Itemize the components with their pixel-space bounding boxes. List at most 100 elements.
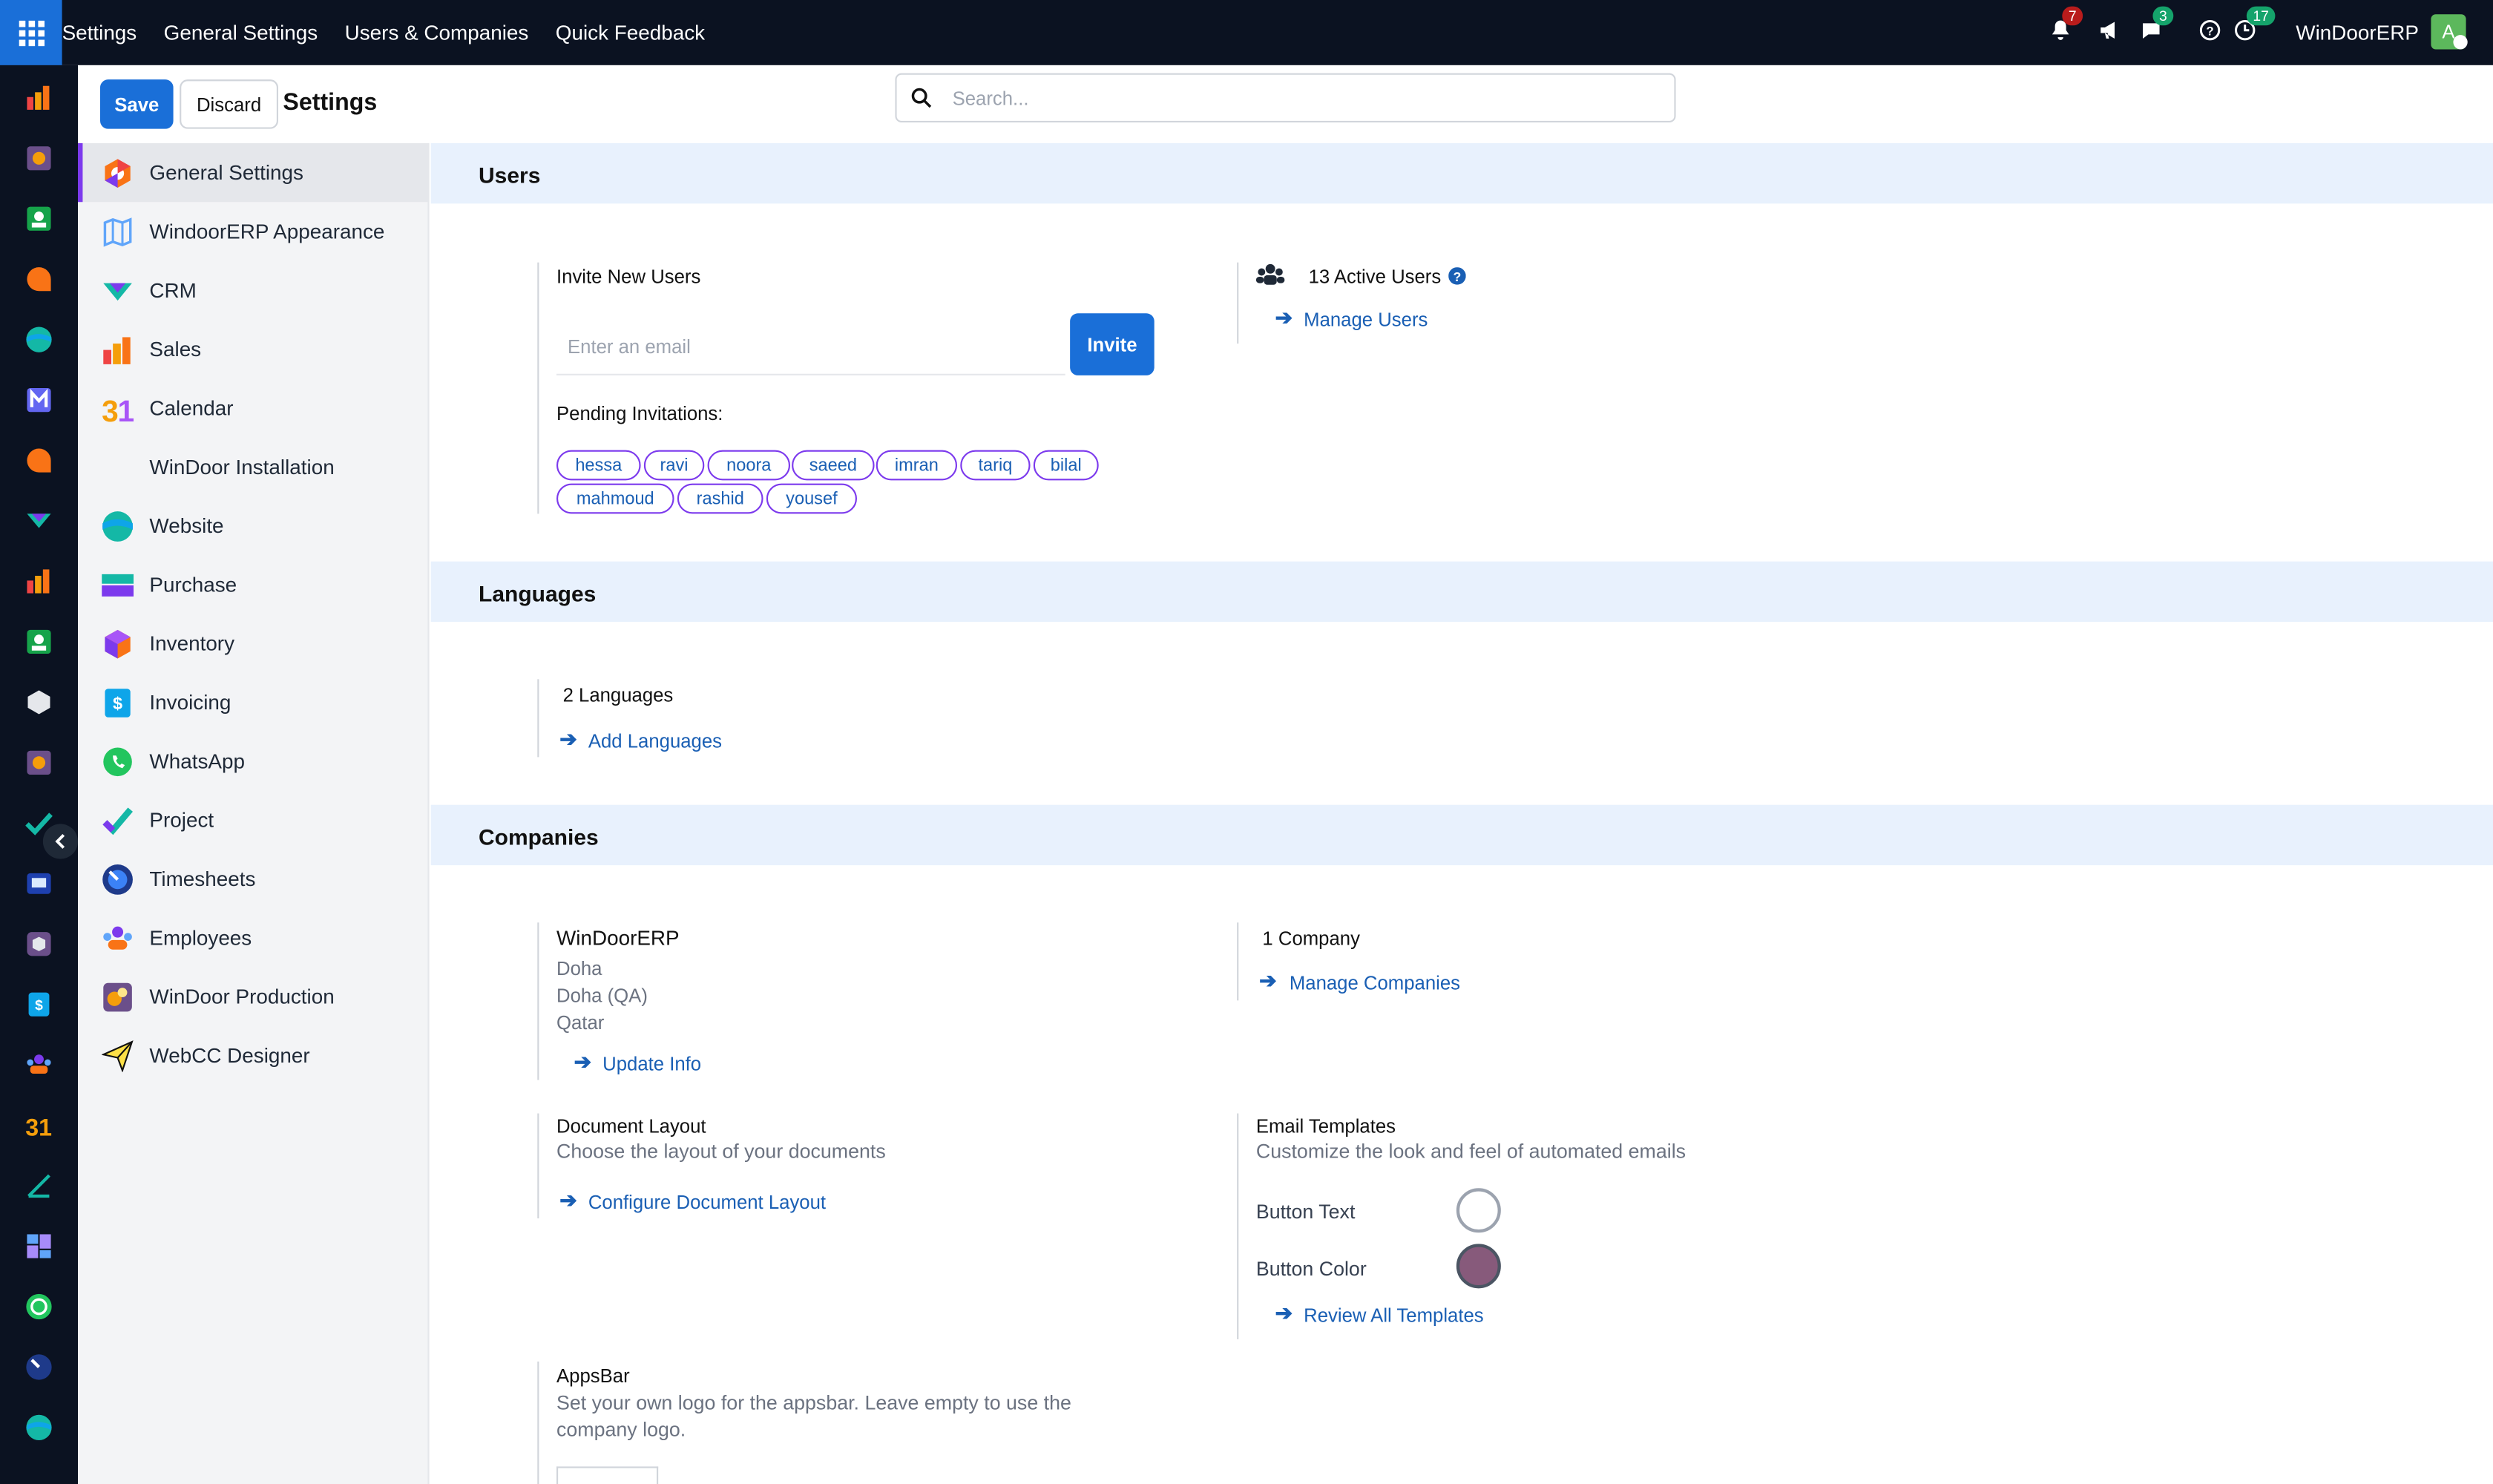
nav-item-inventory[interactable]: Inventory — [78, 614, 430, 672]
company-switcher[interactable]: WinDoorERP — [2296, 21, 2419, 45]
sidebar-box-icon[interactable] — [25, 930, 52, 957]
sidebar-whatsapp-icon[interactable] — [25, 1293, 52, 1320]
active-users-count: 13 Active Users — [1308, 265, 1442, 288]
collapse-sidebar-button[interactable] — [42, 824, 78, 859]
sidebar-production-2-icon[interactable] — [25, 749, 52, 776]
menu-quick-feedback[interactable]: Quick Feedback — [556, 21, 705, 45]
help-button[interactable]: ? — [2199, 19, 2224, 45]
nav-item-crm[interactable]: CRM — [78, 261, 430, 320]
sidebar-crm-icon[interactable] — [25, 508, 52, 534]
nav-label: WebCC Designer — [149, 1043, 310, 1068]
nav-item-website[interactable]: Website — [78, 496, 430, 555]
project-icon — [102, 807, 133, 835]
sidebar-website-2-icon[interactable] — [25, 1414, 52, 1441]
nav-item-project[interactable]: Project — [78, 790, 430, 849]
menu-settings[interactable]: Settings — [62, 21, 137, 45]
review-all-templates-link[interactable]: Review All Templates — [1304, 1304, 1484, 1327]
manage-users-link[interactable]: Manage Users — [1304, 309, 1428, 331]
nav-item-sales[interactable]: Sales — [78, 320, 430, 378]
company-address-line: Doha (QA) — [556, 984, 648, 1007]
info-icon[interactable]: ? — [1448, 267, 1466, 285]
divider — [1237, 262, 1239, 344]
menu-users-companies[interactable]: Users & Companies — [345, 21, 529, 45]
sales-icon — [103, 337, 131, 364]
nav-item-webcc-designer[interactable]: WebCC Designer — [78, 1026, 430, 1085]
website-icon — [102, 511, 133, 542]
appsbar-logo-upload[interactable] — [556, 1466, 659, 1484]
nav-item-calendar[interactable]: 31 Calendar — [78, 378, 430, 437]
sidebar-inventory-icon[interactable] — [25, 689, 52, 715]
button-color-picker[interactable] — [1456, 1244, 1501, 1289]
pending-invite-chip[interactable]: tariq — [960, 450, 1031, 481]
nav-item-windoor-production[interactable]: WinDoor Production — [78, 967, 430, 1025]
section-title: Users — [479, 162, 541, 188]
search-input[interactable] — [952, 84, 1652, 114]
pending-invite-chip[interactable]: noora — [707, 450, 790, 481]
nav-item-general-settings[interactable]: General Settings — [78, 142, 430, 203]
appsbar-desc-line: Set your own logo for the appsbar. Leave… — [556, 1391, 1071, 1414]
manage-companies-link[interactable]: Manage Companies — [1290, 972, 1460, 994]
sidebar-dashboard-icon[interactable] — [25, 1232, 52, 1259]
pending-invite-chip[interactable]: yousef — [766, 483, 857, 514]
announcements-button[interactable] — [2097, 19, 2122, 45]
sidebar-invoicing-icon[interactable]: $ — [25, 991, 52, 1017]
activities-badge: 17 — [2246, 6, 2276, 26]
pending-invitations-label: Pending Invitations: — [556, 402, 723, 425]
update-info-link[interactable]: Update Info — [602, 1053, 701, 1075]
apps-menu-button[interactable] — [0, 0, 62, 65]
pending-invite-chip[interactable]: ravi — [643, 450, 705, 481]
pending-invite-chip[interactable]: hessa — [556, 450, 641, 481]
nav-item-windoor-installation[interactable]: WinDoor Installation — [78, 437, 430, 496]
sidebar-discuss-2-icon[interactable] — [25, 447, 52, 473]
appsbar-title: AppsBar — [556, 1365, 630, 1388]
menu-general-settings[interactable]: General Settings — [164, 21, 318, 45]
sidebar-production-icon[interactable] — [25, 145, 52, 171]
divider — [537, 1113, 539, 1219]
pending-invite-chip[interactable]: saeed — [792, 450, 875, 481]
nav-item-employees[interactable]: Employees — [78, 908, 430, 967]
nav-item-invoicing[interactable]: $ Invoicing — [78, 673, 430, 732]
languages-count: 2 Languages — [562, 683, 674, 706]
sidebar-sales-2-icon[interactable] — [25, 568, 52, 594]
messages-button[interactable]: 3 — [2140, 6, 2174, 45]
inventory-icon — [105, 629, 131, 659]
sidebar-discuss-icon[interactable] — [25, 266, 52, 292]
nav-item-purchase[interactable]: Purchase — [78, 555, 430, 614]
sidebar-sales-icon[interactable] — [25, 85, 52, 111]
invite-email-input[interactable] — [556, 318, 1065, 375]
pending-invite-chip[interactable]: mahmoud — [556, 483, 674, 514]
search-box — [895, 73, 1676, 123]
activities-button[interactable]: 17 — [2234, 6, 2276, 45]
configure-document-layout-link[interactable]: Configure Document Layout — [588, 1192, 826, 1214]
sidebar-timesheets-icon[interactable] — [25, 1353, 52, 1380]
sidebar-contacts-icon[interactable] — [25, 206, 52, 232]
nav-item-whatsapp[interactable]: WhatsApp — [78, 732, 430, 790]
svg-text:$: $ — [35, 998, 43, 1014]
notifications-button[interactable]: 7 — [2049, 6, 2083, 45]
sidebar-employees-icon[interactable] — [25, 1051, 52, 1078]
pending-invite-chip[interactable]: imran — [876, 450, 957, 481]
nav-item-timesheets[interactable]: Timesheets — [78, 850, 430, 908]
svg-text:3: 3 — [102, 394, 119, 424]
crm-icon — [103, 283, 132, 301]
save-button[interactable]: Save — [100, 79, 174, 129]
sidebar-website-icon[interactable] — [25, 326, 52, 352]
add-languages-link[interactable]: Add Languages — [588, 730, 722, 752]
svg-text:1: 1 — [118, 394, 134, 424]
sidebar-calendar-icon[interactable]: 31 — [25, 1112, 52, 1141]
pending-invite-chip[interactable]: bilal — [1033, 450, 1099, 481]
timesheets-icon — [102, 864, 133, 895]
sidebar-employees-card-icon[interactable] — [25, 628, 52, 655]
sidebar-mail-icon[interactable] — [25, 387, 52, 413]
button-text-color-picker[interactable] — [1456, 1188, 1501, 1233]
sidebar-knowledge-icon[interactable] — [25, 870, 52, 897]
svg-text:?: ? — [2206, 24, 2213, 38]
nav-item-appearance[interactable]: WindoorERP Appearance — [78, 202, 430, 260]
purchase-icon — [102, 574, 134, 597]
pending-invite-chip[interactable]: rashid — [677, 483, 763, 514]
nav-label: WhatsApp — [149, 749, 245, 773]
discard-button[interactable]: Discard — [180, 79, 278, 129]
document-layout-desc: Choose the layout of your documents — [556, 1140, 886, 1163]
invite-button[interactable]: Invite — [1070, 313, 1154, 375]
sidebar-designer-icon[interactable] — [25, 1172, 52, 1199]
